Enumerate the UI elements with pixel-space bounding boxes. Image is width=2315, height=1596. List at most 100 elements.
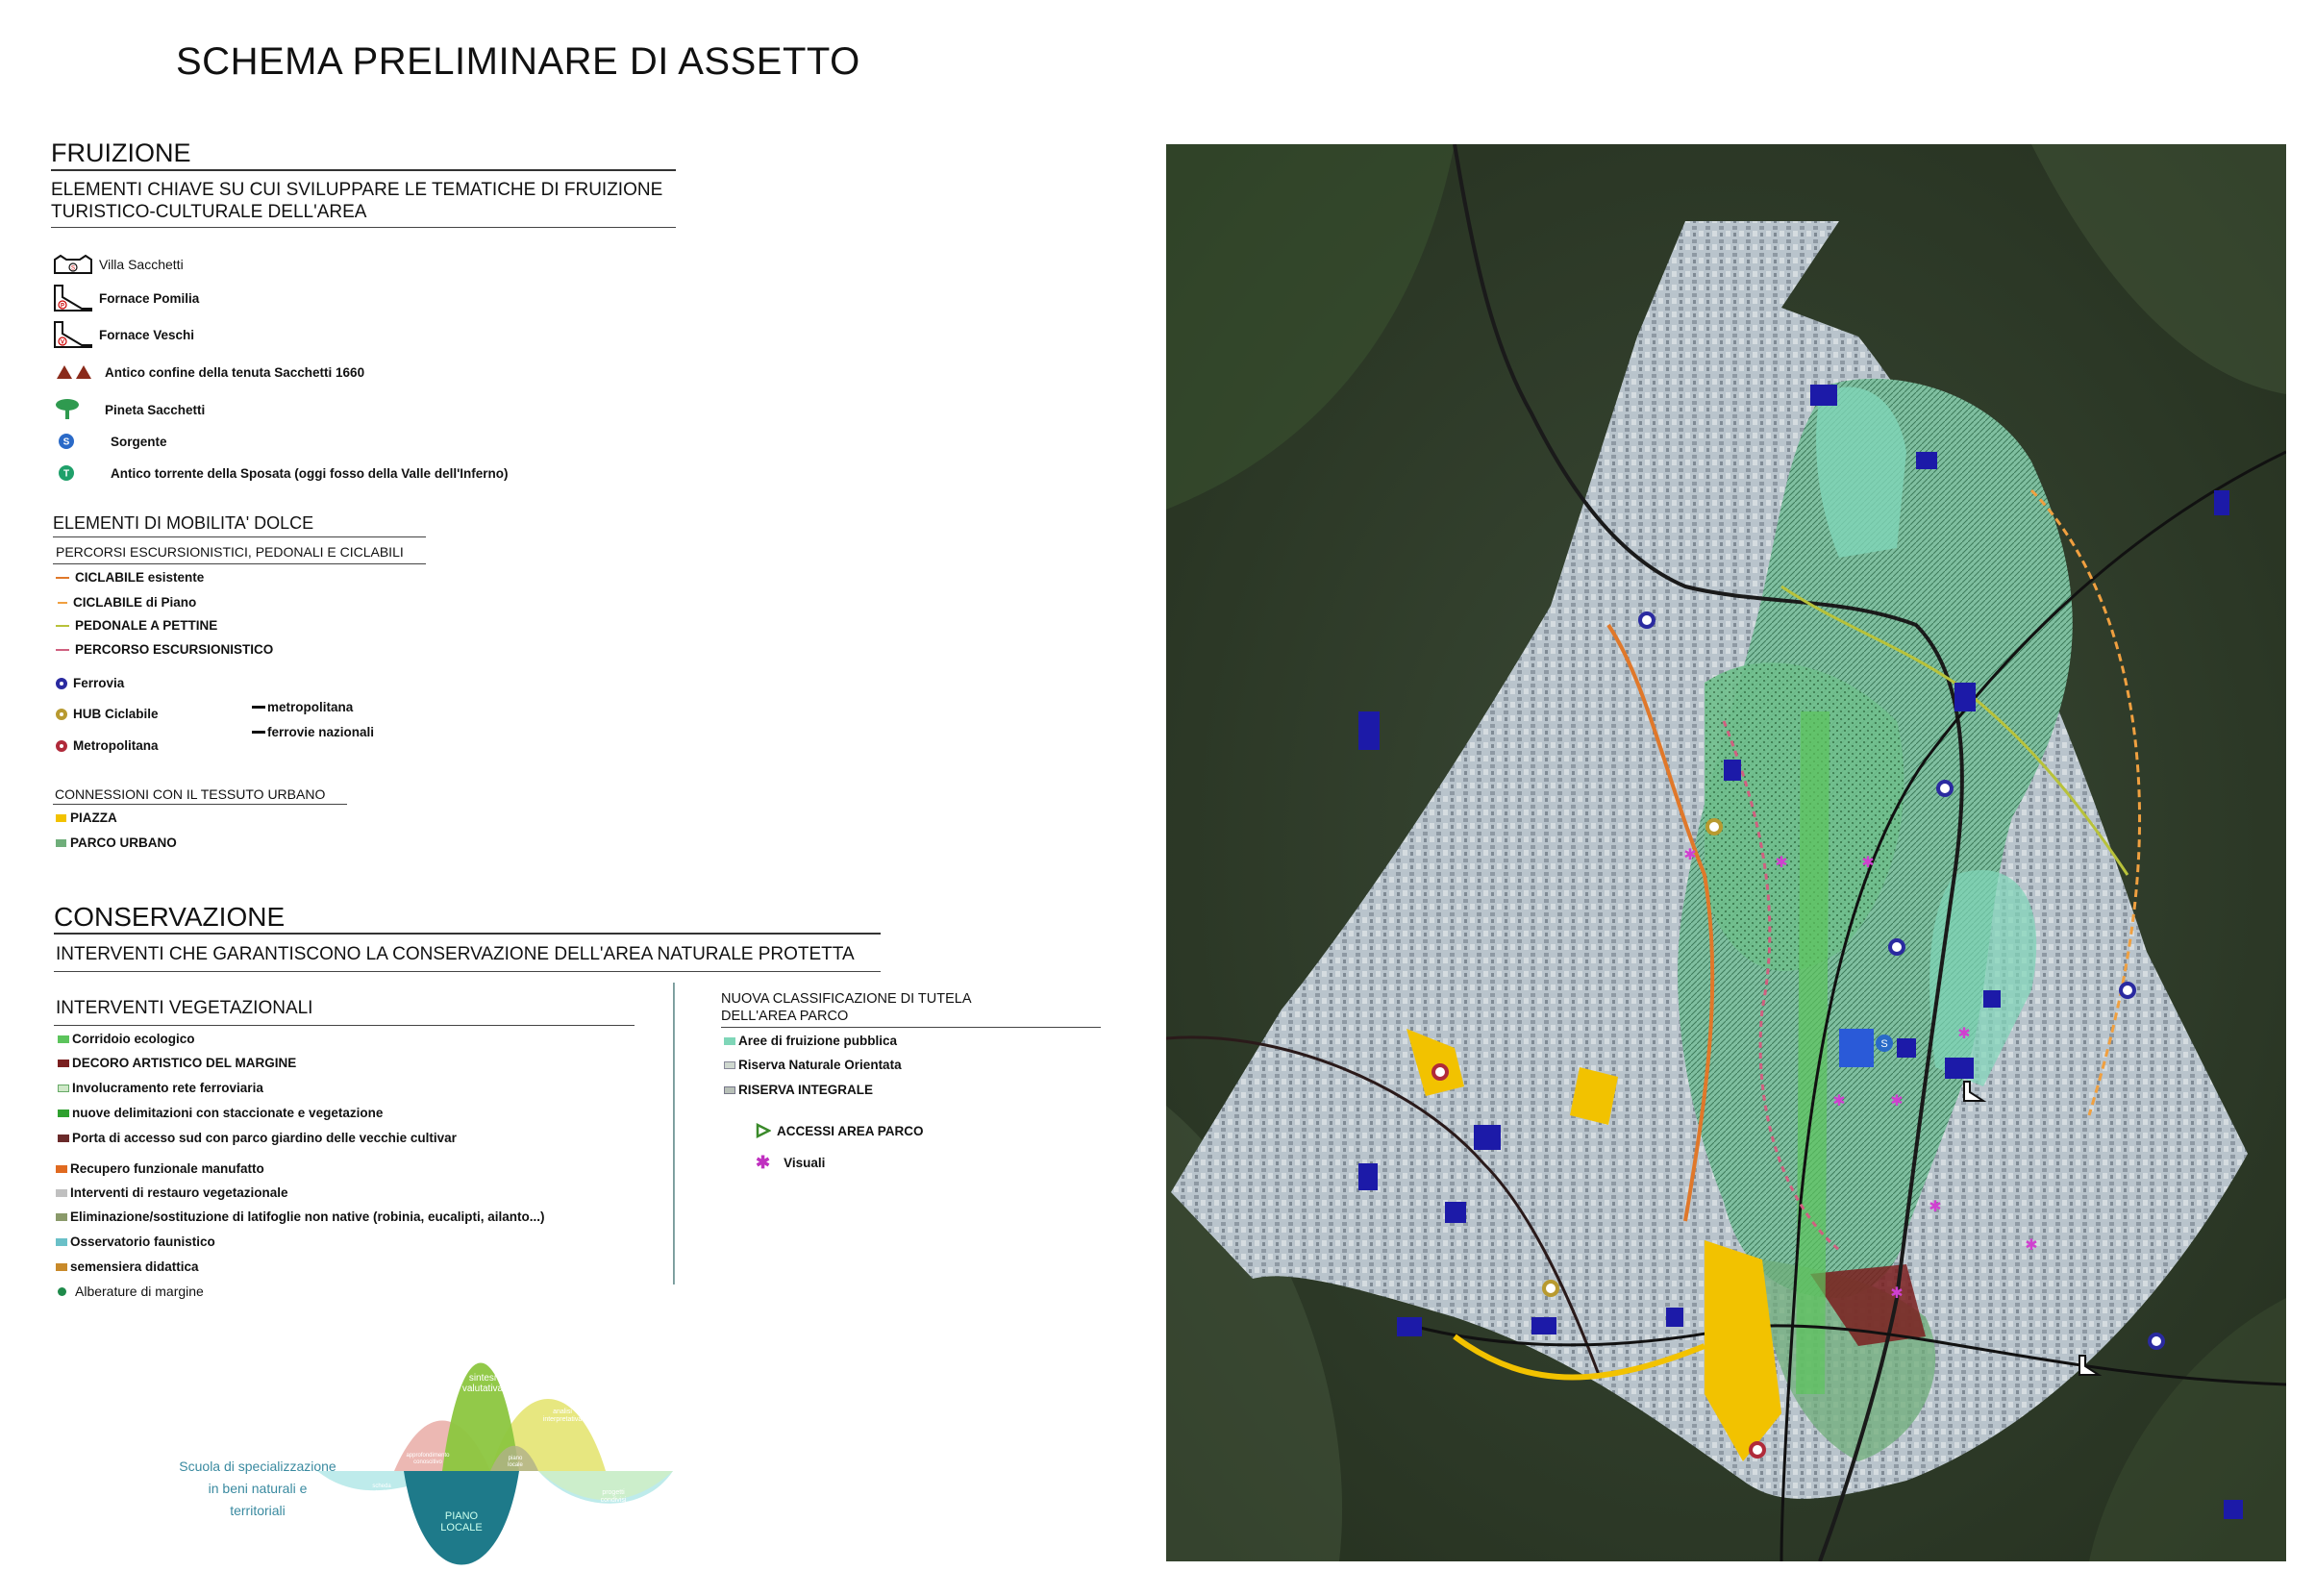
- stream-icon: T: [59, 465, 74, 481]
- divider: [51, 169, 676, 171]
- legend-label: Visuali: [784, 1156, 826, 1170]
- divider-vertical: [673, 983, 674, 1284]
- swatch: [58, 1084, 69, 1092]
- boundary-icon: [57, 365, 91, 379]
- path-swatch: [56, 624, 69, 627]
- legend-involucramento: Involucramento rete ferroviaria: [58, 1081, 263, 1095]
- tutela-heading-line2: DELL'AREA PARCO: [721, 1009, 849, 1024]
- label-approfondimento-1: approfondimento: [406, 1453, 450, 1459]
- label-analisi-2: interpretativa: [543, 1416, 583, 1423]
- corridoio-ecologico[interactable]: [1796, 711, 1830, 1394]
- legend-label: HUB Ciclabile: [73, 707, 159, 721]
- fruizione-subtitle: ELEMENTI CHIAVE SU CUI SVILUPPARE LE TEM…: [51, 179, 662, 223]
- legend-item-villa-sacchetti: S Villa Sacchetti: [53, 254, 184, 275]
- conservazione-heading: CONSERVAZIONE: [54, 902, 286, 932]
- legend-path-escursionistico: PERCORSO ESCURSIONISTICO: [56, 642, 273, 657]
- path-swatch: [58, 601, 67, 604]
- svg-text:✱: ✱: [1775, 855, 1787, 871]
- conservazione-subtitle: INTERVENTI CHE GARANTISCONO LA CONSERVAZ…: [56, 944, 855, 964]
- legend-label: metropolitana: [267, 700, 354, 714]
- svg-text:✱: ✱: [1929, 1199, 1941, 1215]
- swatch: [56, 1262, 67, 1271]
- label-scheda-1: scheda: [372, 1484, 391, 1489]
- page-title: SCHEMA PRELIMINARE DI ASSETTO: [176, 40, 860, 83]
- legend-label: ferrovie nazionali: [267, 725, 375, 739]
- legend-accessi: ACCESSI AREA PARCO: [756, 1123, 924, 1138]
- legend-corridoio: Corridoio ecologico: [58, 1032, 195, 1046]
- divider: [54, 933, 881, 935]
- fruizione-subtitle-line2: TURISTICO-CULTURALE DELL'AREA: [51, 202, 367, 222]
- swatch: [724, 1036, 735, 1045]
- legend-osservatorio: Osservatorio faunistico: [56, 1234, 215, 1249]
- legend-label: Osservatorio faunistico: [70, 1234, 215, 1249]
- legend-label: CICLABILE esistente: [75, 570, 205, 585]
- swatch: [724, 1085, 735, 1094]
- piazza-swatch: [56, 813, 66, 822]
- kiln-badge: V: [61, 340, 64, 346]
- svg-text:✱: ✱: [1861, 855, 1874, 871]
- divider: [53, 563, 426, 564]
- legend-label: Aree di fruizione pubblica: [738, 1034, 898, 1048]
- label-piano-1: PIANO: [445, 1510, 479, 1522]
- park-map[interactable]: ✱ ✱ ✱ ✱ ✱ ✱ ✱ ✱ ✱ S: [1166, 144, 2286, 1561]
- svg-text:✱: ✱: [1890, 1285, 1903, 1302]
- legend-decoro: DECORO ARTISTICO DEL MARGINE: [58, 1056, 296, 1070]
- legend-station-ferrovia: Ferrovia: [56, 676, 124, 690]
- legend-line-metropolitana: metropolitana: [252, 700, 353, 714]
- bike-hub-icon: [56, 708, 67, 720]
- stream-badge: T: [63, 469, 69, 480]
- legend-delimitazioni: nuove delimitazioni con staccionate e ve…: [58, 1106, 383, 1120]
- legend-item-antico-torrente: T Antico torrente della Sposata (oggi fo…: [53, 463, 509, 483]
- svg-text:✱: ✱: [2025, 1237, 2037, 1254]
- legend-label: Sorgente: [111, 434, 167, 449]
- legend-parco-urbano: PARCO URBANO: [56, 835, 177, 850]
- swatch: [58, 1134, 69, 1142]
- legend-label: Riserva Naturale Orientata: [738, 1058, 902, 1072]
- legend-line-ferrovie: ferrovie nazionali: [252, 725, 374, 739]
- legend-station-hub: HUB Ciclabile: [56, 707, 159, 721]
- label-analisi-1: analisi: [553, 1409, 572, 1415]
- railway-station-icon: [56, 677, 67, 689]
- metro-station-icon: [56, 739, 67, 752]
- legend-path-ciclabile-esistente: CICLABILE esistente: [56, 570, 204, 585]
- legend-station-metropolitana: Metropolitana: [56, 738, 159, 753]
- legend-piazza: PIAZZA: [56, 810, 117, 825]
- diagram-caption-3: territoriali: [230, 1503, 286, 1518]
- label-sintesi-1: sintesi: [469, 1373, 496, 1384]
- kiln-icon: P: [54, 285, 92, 312]
- legend-label: Involucramento rete ferroviaria: [72, 1081, 263, 1095]
- legend-item-sorgente: S Sorgente: [53, 432, 167, 451]
- svg-text:✱: ✱: [1890, 1093, 1903, 1110]
- legend-label: Antico torrente della Sposata (oggi foss…: [111, 465, 509, 481]
- tutela-heading-line1: NUOVA CLASSIFICAZIONE DI TUTELA: [721, 991, 972, 1007]
- legend-label: Porta di accesso sud con parco giardino …: [72, 1131, 457, 1145]
- divider: [54, 1025, 635, 1026]
- swatch: [58, 1035, 69, 1043]
- kiln-badge: P: [61, 304, 64, 310]
- legend-label: PERCORSO ESCURSIONISTICO: [75, 642, 274, 657]
- fruizione-heading: FRUIZIONE: [51, 138, 191, 167]
- vegetazionali-heading: INTERVENTI VEGETAZIONALI: [56, 998, 313, 1018]
- line-swatch: [252, 706, 265, 709]
- swatch: [724, 1060, 735, 1069]
- pine-tree-icon: [56, 399, 79, 419]
- diagram-caption-1: Scuola di specializzazione: [179, 1459, 336, 1474]
- access-triangle-icon: [756, 1123, 771, 1138]
- legend-recupero: Recupero funzionale manufatto: [56, 1161, 264, 1176]
- legend-label: Alberature di margine: [75, 1284, 204, 1299]
- legend-riserva-orientata: Riserva Naturale Orientata: [724, 1058, 902, 1072]
- legend-label: DECORO ARTISTICO DEL MARGINE: [72, 1056, 297, 1070]
- legend-restauro: Interventi di restauro vegetazionale: [56, 1185, 288, 1200]
- legend-label: PARCO URBANO: [70, 835, 177, 850]
- svg-text:✱: ✱: [1957, 1026, 1970, 1042]
- line-swatch: [252, 731, 265, 734]
- legend-label: Eliminazione/sostituzione di latifoglie …: [70, 1209, 545, 1224]
- svg-text:S: S: [1880, 1038, 1887, 1050]
- mobilita-heading: ELEMENTI DI MOBILITA' DOLCE: [53, 513, 314, 533]
- legend-aree-fruizione: Aree di fruizione pubblica: [724, 1034, 897, 1048]
- path-swatch: [56, 648, 69, 651]
- divider: [51, 227, 676, 228]
- legend-label: nuove delimitazioni con staccionate e ve…: [72, 1106, 384, 1120]
- legend-label: PIAZZA: [70, 810, 117, 825]
- swatch: [56, 1164, 67, 1173]
